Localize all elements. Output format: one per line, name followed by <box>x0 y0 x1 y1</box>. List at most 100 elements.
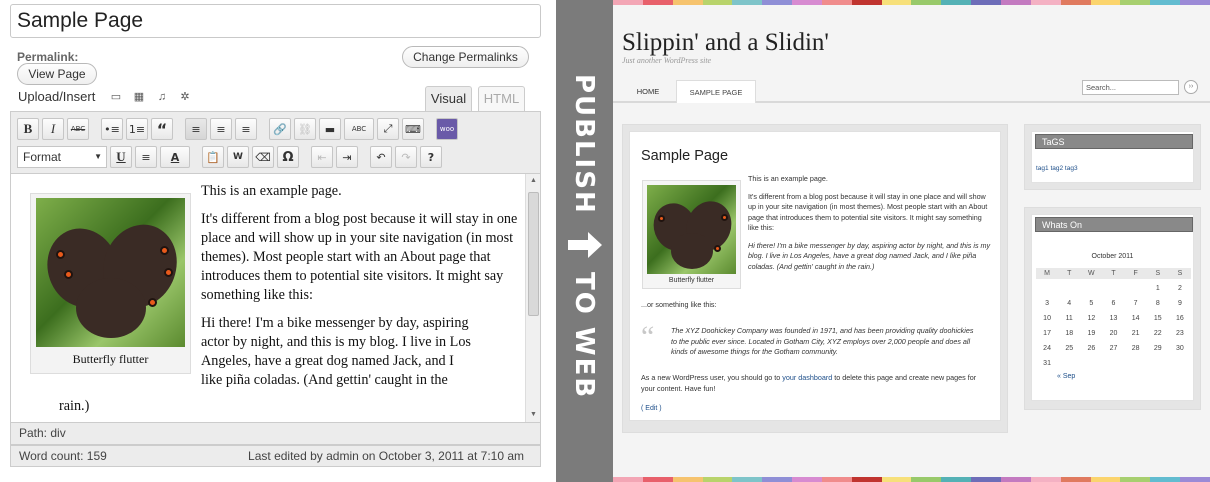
clear-formatting-button[interactable]: ⌫ <box>252 146 274 168</box>
calendar-day-header: T <box>1102 268 1125 279</box>
bold-button[interactable]: B <box>17 118 39 140</box>
align-center-button[interactable]: ≡ <box>210 118 232 140</box>
paragraph: Hi there! I'm a bike messenger by day, a… <box>201 315 471 388</box>
stripe-segment <box>971 0 1001 5</box>
text-color-button[interactable]: A <box>160 146 190 168</box>
blockquote-button[interactable]: “ <box>151 118 173 140</box>
indent-button[interactable]: ⇥ <box>336 146 358 168</box>
view-page-button[interactable]: View Page <box>17 63 97 85</box>
nav-home[interactable]: HOME <box>622 80 674 103</box>
tag-list[interactable]: tag1 tag2 tag3 <box>1036 165 1078 172</box>
stripe-segment <box>762 477 793 482</box>
stripe-segment <box>941 0 972 5</box>
calendar-day-header: W <box>1080 268 1103 279</box>
site-title[interactable]: Slippin' and a Slidin' <box>622 29 829 57</box>
stripe-segment <box>911 477 942 482</box>
stripe-segment <box>792 477 822 482</box>
paste-word-button[interactable]: W <box>227 146 249 168</box>
help-button[interactable]: ? <box>420 146 442 168</box>
stripe-segment <box>851 0 882 5</box>
paragraph: Hi there! I'm a bike messenger by day, a… <box>748 240 991 271</box>
redo-button[interactable]: ↷ <box>395 146 417 168</box>
stripe-segment <box>672 477 703 482</box>
stripe-segment <box>851 477 882 482</box>
italic-button[interactable]: I <box>42 118 64 140</box>
add-image-icon[interactable]: ▭ <box>109 90 123 104</box>
editor-content-area[interactable]: Butterfly flutter This is an example pag… <box>10 173 541 423</box>
tab-visual[interactable]: Visual <box>425 86 472 112</box>
scroll-up-icon[interactable]: ▲ <box>526 174 540 188</box>
calendar-day: 21 <box>1131 330 1140 337</box>
scroll-down-icon[interactable]: ▼ <box>526 408 540 422</box>
calendar-day: 4 <box>1067 300 1072 307</box>
insert-link-button[interactable]: 🔗 <box>269 118 291 140</box>
stripe-segment <box>1120 0 1151 5</box>
butterfly-image[interactable] <box>647 185 736 274</box>
stripe-segment <box>821 0 852 5</box>
unlink-button[interactable]: ⛓ <box>294 118 316 140</box>
add-audio-icon[interactable]: ♫ <box>155 90 169 104</box>
outdent-button[interactable]: ⇤ <box>311 146 333 168</box>
post-card: Sample Page Butterfly flutter This is an… <box>629 131 1001 421</box>
paste-text-button[interactable]: 📋 <box>202 146 224 168</box>
paragraph: It's different from a blog post because … <box>748 191 988 233</box>
color-stripe-top <box>613 0 1210 5</box>
fullscreen-button[interactable]: ⤢ <box>377 118 399 140</box>
stripe-segment <box>702 0 733 5</box>
image-caption-box[interactable]: Butterfly flutter <box>30 193 191 374</box>
calendar-day-header: F <box>1124 268 1147 279</box>
search-go-icon[interactable]: ›› <box>1184 80 1198 94</box>
calendar-day <box>1125 283 1147 294</box>
special-char-button[interactable]: Ω <box>277 146 299 168</box>
strikethrough-button[interactable]: ABC <box>67 118 89 140</box>
format-select[interactable]: Format <box>17 146 107 168</box>
editor-toolbar: B I ABC •≡ 1≡ “ ≡ ≡ ≡ 🔗 ⛓ ▬ ABC ⤢ ⌨ woo <box>10 111 541 173</box>
site-search-input[interactable]: Search... <box>1082 80 1179 95</box>
stripe-segment <box>1090 0 1121 5</box>
stripe-segment <box>1150 0 1181 5</box>
edit-link[interactable]: ( Edit ) <box>641 405 662 412</box>
publish-banner: PUBLISH TO WEB <box>556 0 613 482</box>
blockquote: The XYZ Doohickey Company was founded in… <box>671 326 974 356</box>
calendar-prev-link[interactable]: « Sep <box>1057 373 1075 380</box>
permalink-label: Permalink: <box>17 50 79 64</box>
calendar-day <box>1125 358 1147 369</box>
change-permalinks-button[interactable]: Change Permalinks <box>402 46 529 68</box>
calendar-day: 11 <box>1065 315 1073 322</box>
calendar-day: 10 <box>1043 315 1051 322</box>
post-container: Sample Page Butterfly flutter This is an… <box>622 124 1008 433</box>
align-left-button[interactable]: ≡ <box>185 118 207 140</box>
woo-shortcode-button[interactable]: woo <box>436 118 458 140</box>
align-right-button[interactable]: ≡ <box>235 118 257 140</box>
site-tagline: Just another WordPress site <box>622 56 712 65</box>
widget-title: Whats On <box>1035 217 1193 232</box>
calendar-day: 7 <box>1133 300 1138 307</box>
more-tag-button[interactable]: ▬ <box>319 118 341 140</box>
paragraph: This is an example page. <box>201 183 342 199</box>
calendar-day: 26 <box>1087 345 1096 352</box>
tab-html[interactable]: HTML <box>478 86 525 112</box>
add-gallery-icon[interactable]: ▦ <box>132 90 146 104</box>
post-title[interactable]: Sample Page <box>641 148 728 164</box>
post-title-input[interactable]: Sample Page <box>10 4 541 38</box>
dashboard-link[interactable]: your dashboard <box>782 373 832 382</box>
nav-sample-page[interactable]: SAMPLE PAGE <box>676 80 756 103</box>
calendar-day <box>1102 283 1124 294</box>
kitchen-sink-button[interactable]: ⌨ <box>402 118 424 140</box>
editor-scrollbar[interactable]: ▲ ▼ <box>525 174 540 422</box>
butterfly-image[interactable] <box>36 198 185 347</box>
quote-icon: “ <box>641 320 655 353</box>
scroll-thumb[interactable] <box>528 192 539 316</box>
underline-button[interactable]: U <box>110 146 132 168</box>
bullet-list-button[interactable]: •≡ <box>101 118 123 140</box>
last-edited: Last edited by admin on October 3, 2011 … <box>248 449 524 463</box>
image-caption: Butterfly flutter <box>72 352 149 366</box>
spellcheck-button[interactable]: ABC <box>344 118 374 140</box>
undo-button[interactable]: ↶ <box>370 146 392 168</box>
stripe-segment <box>732 0 763 5</box>
calendar-day <box>1058 283 1080 294</box>
numbered-list-button[interactable]: 1≡ <box>126 118 148 140</box>
add-media-icon[interactable]: ✲ <box>178 90 192 104</box>
stripe-segment <box>1060 0 1091 5</box>
justify-button[interactable]: ≡ <box>135 146 157 168</box>
